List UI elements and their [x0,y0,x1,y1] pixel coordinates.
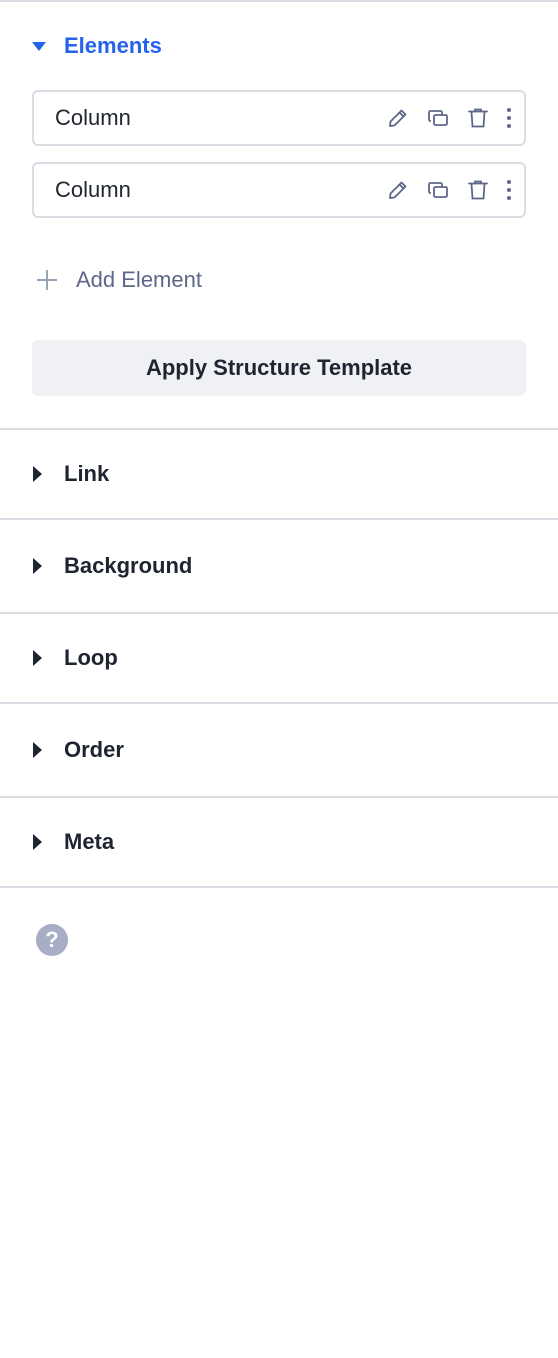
caret-right-icon [33,742,42,758]
bottom-divider [0,886,558,888]
section-background[interactable]: Background [0,518,558,612]
element-item-actions [386,106,514,130]
caret-right-icon [33,558,42,574]
caret-right-icon [33,834,42,850]
add-element-label: Add Element [76,267,202,292]
caret-down-icon [32,41,46,51]
trash-icon[interactable] [466,106,490,130]
duplicate-icon[interactable] [426,178,450,202]
elements-section-header[interactable]: Elements [32,30,162,62]
element-item[interactable]: Column [32,162,526,218]
apply-structure-template-button[interactable]: Apply Structure Template [32,340,526,396]
more-vertical-icon[interactable] [504,106,514,130]
section-meta[interactable]: Meta [0,796,558,886]
element-item-label: Column [55,105,131,130]
section-label: Loop [64,645,118,670]
element-item-label: Column [55,177,131,202]
properties-panel: Elements Column Column Add Element Apply… [0,0,558,1358]
duplicate-icon[interactable] [426,106,450,130]
section-label: Link [64,461,110,486]
caret-right-icon [33,650,42,666]
section-label: Order [64,737,124,762]
trash-icon[interactable] [466,178,490,202]
plus-icon [36,269,58,291]
section-loop[interactable]: Loop [0,612,558,702]
help-icon[interactable]: ? [36,924,68,956]
section-link[interactable]: Link [0,428,558,518]
add-element-button[interactable]: Add Element [36,262,202,298]
more-vertical-icon[interactable] [504,178,514,202]
caret-right-icon [33,466,42,482]
element-item-actions [386,178,514,202]
elements-section-title: Elements [64,33,162,58]
section-order[interactable]: Order [0,702,558,796]
pencil-icon[interactable] [386,106,410,130]
top-divider [0,0,558,2]
element-item[interactable]: Column [32,90,526,146]
section-label: Background [64,553,193,578]
pencil-icon[interactable] [386,178,410,202]
section-label: Meta [64,829,115,854]
